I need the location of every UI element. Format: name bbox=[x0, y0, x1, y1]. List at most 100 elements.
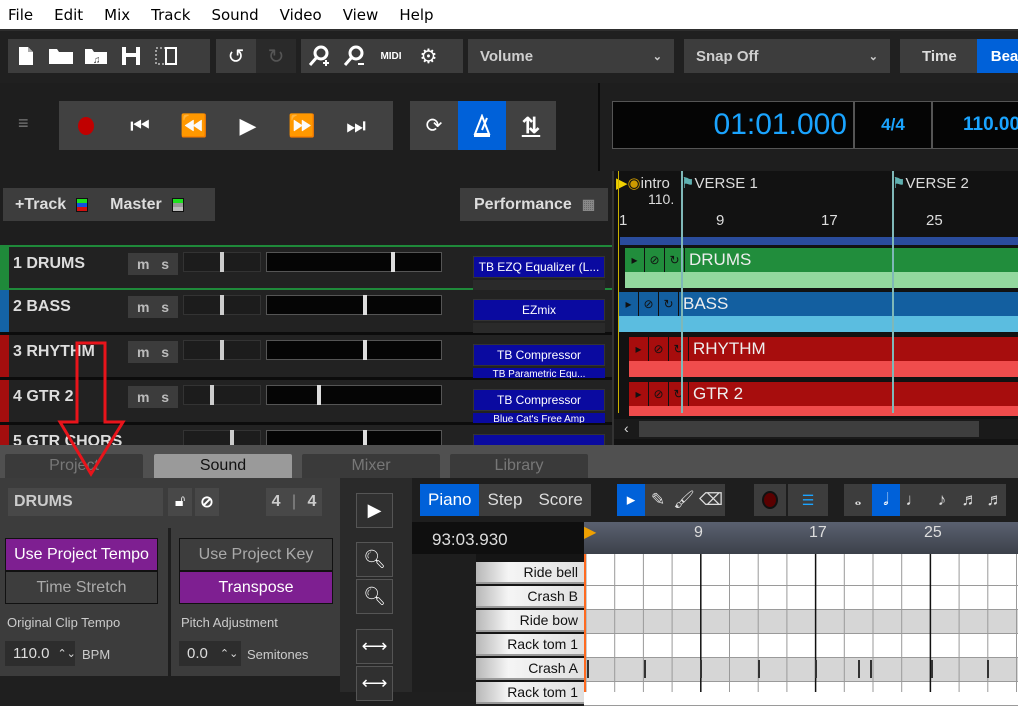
zoom-out-icon[interactable] bbox=[336, 39, 371, 73]
midi-icon[interactable]: MIDI bbox=[371, 39, 411, 73]
menu-sound[interactable]: Sound bbox=[211, 6, 258, 24]
marker-verse-1[interactable]: ⚑VERSE 1 bbox=[681, 174, 758, 192]
time-signature-display[interactable]: 4/4 bbox=[854, 101, 932, 149]
spinner-arrows-icon[interactable]: ⌃⌄ bbox=[220, 647, 238, 660]
mute-clip-icon[interactable]: ⊘ bbox=[645, 248, 665, 272]
record-button[interactable] bbox=[59, 101, 113, 150]
play-clip-icon[interactable]: ▸ bbox=[625, 248, 645, 272]
pan-slider[interactable] bbox=[183, 340, 261, 360]
settings-icon[interactable]: ⚙ bbox=[411, 39, 446, 73]
tab-sound[interactable]: Sound bbox=[154, 454, 292, 478]
mute-clip-icon[interactable]: ⊘ bbox=[195, 488, 219, 516]
volume-dropdown[interactable]: Volume ⌄ bbox=[468, 39, 674, 73]
time-stretch-button[interactable]: Time Stretch bbox=[5, 571, 158, 604]
clip-name-field[interactable]: DRUMS bbox=[8, 488, 163, 516]
mute-button[interactable]: m bbox=[137, 389, 149, 405]
tab-mixer[interactable]: Mixer bbox=[302, 454, 440, 478]
thirty-second-note-icon[interactable]: ♬ bbox=[984, 484, 1006, 516]
scroll-thumb[interactable] bbox=[639, 421, 979, 437]
marker-intro[interactable]: ▶◉intro bbox=[616, 174, 670, 192]
play-button[interactable]: ▶ bbox=[221, 101, 275, 150]
fx-slot-2[interactable]: Blue Cat's Free Amp bbox=[473, 413, 605, 423]
playhead[interactable] bbox=[618, 171, 619, 413]
redo-icon[interactable]: ↻ bbox=[256, 39, 296, 73]
play-clip-icon[interactable]: ▸ bbox=[629, 337, 649, 361]
go-to-end-button[interactable]: ⏭ bbox=[329, 101, 383, 150]
sync-button[interactable]: ⇅ bbox=[506, 101, 556, 150]
loop-button[interactable]: ⟳ bbox=[410, 101, 458, 150]
loop-clip-icon[interactable]: ↻ bbox=[669, 382, 689, 406]
volume-handle[interactable] bbox=[363, 430, 367, 445]
undo-icon[interactable]: ↺ bbox=[216, 39, 256, 73]
scroll-left-icon[interactable]: ‹ bbox=[624, 420, 629, 436]
snap-dropdown[interactable]: Snap Off ⌄ bbox=[684, 39, 890, 73]
pan-handle[interactable] bbox=[210, 385, 214, 405]
open-music-folder-icon[interactable]: ♫ bbox=[78, 39, 113, 73]
spinner-arrows-icon[interactable]: ⌃⌄ bbox=[57, 647, 75, 660]
clip-time-signature[interactable]: 4 | 4 bbox=[266, 488, 322, 516]
menu-view[interactable]: View bbox=[343, 6, 379, 24]
master-button[interactable]: Master bbox=[110, 196, 162, 214]
mute-clip-icon[interactable]: ⊘ bbox=[649, 337, 669, 361]
fx-slot-2[interactable]: TB Parametric Equ... bbox=[473, 368, 605, 378]
menu-help[interactable]: Help bbox=[399, 6, 433, 24]
pitch-spinner[interactable]: 0.0 ⌃⌄ bbox=[179, 641, 241, 666]
volume-slider[interactable] bbox=[266, 252, 442, 272]
key-label[interactable]: Rack tom 1 bbox=[476, 682, 584, 704]
track-row[interactable]: 1 DRUMS ms TB EZQ Equalizer (L... bbox=[0, 245, 612, 290]
menu-mix[interactable]: Mix bbox=[104, 6, 130, 24]
play-clip-icon[interactable]: ▸ bbox=[629, 382, 649, 406]
clip-bass[interactable]: ▸ ⊘ ↻ BASS bbox=[618, 291, 1018, 333]
sixteenth-note-icon[interactable]: ♬ bbox=[956, 484, 984, 516]
rewind-button[interactable]: ⏪ bbox=[167, 101, 221, 150]
pan-handle[interactable] bbox=[220, 252, 224, 272]
fx-slot[interactable]: TB Compressor bbox=[473, 344, 605, 366]
volume-handle[interactable] bbox=[391, 252, 395, 272]
pan-handle[interactable] bbox=[220, 340, 224, 360]
fx-slot[interactable]: TB Compressor bbox=[473, 389, 605, 411]
track-name[interactable]: 1 DRUMS bbox=[13, 255, 85, 273]
zoom-in-button[interactable]: 🔍︎ bbox=[356, 542, 393, 577]
key-label[interactable]: Crash B bbox=[476, 586, 584, 608]
clip-gtr2[interactable]: ▸ ⊘ ↻ GTR 2 bbox=[628, 381, 1018, 417]
menu-video[interactable]: Video bbox=[280, 6, 322, 24]
mute-button[interactable]: m bbox=[137, 256, 149, 272]
solo-button[interactable]: s bbox=[161, 256, 169, 272]
step-mode-tab[interactable]: Step bbox=[479, 484, 530, 516]
half-note-icon[interactable]: 𝅗𝅥 bbox=[872, 484, 900, 516]
tempo-display[interactable]: 110.00 bbox=[932, 101, 1018, 149]
play-clip-icon[interactable]: ▸ bbox=[619, 292, 639, 316]
pan-slider[interactable] bbox=[183, 295, 261, 315]
track-colors-icon[interactable] bbox=[76, 197, 89, 212]
add-fx-slot[interactable] bbox=[473, 323, 605, 333]
midi-record-button[interactable] bbox=[754, 484, 786, 516]
time-display[interactable]: 01:01.000 bbox=[612, 101, 854, 149]
loop-clip-icon[interactable]: ↻ bbox=[659, 292, 679, 316]
menu-edit[interactable]: Edit bbox=[54, 6, 83, 24]
volume-handle[interactable] bbox=[317, 385, 321, 405]
master-meter-icon[interactable] bbox=[171, 197, 184, 212]
key-label[interactable]: Rack tom 1 bbox=[476, 634, 584, 656]
use-project-tempo-button[interactable]: Use Project Tempo bbox=[5, 538, 158, 571]
volume-handle[interactable] bbox=[363, 340, 367, 360]
fx-slot[interactable]: EZmix bbox=[473, 299, 605, 321]
eighth-note-icon[interactable]: ♪ bbox=[928, 484, 956, 516]
zoom-in-icon[interactable] bbox=[301, 39, 336, 73]
volume-slider[interactable] bbox=[266, 430, 442, 445]
track-row[interactable]: 2 BASS ms EZmix bbox=[0, 290, 612, 335]
loop-clip-icon[interactable]: ↻ bbox=[669, 337, 689, 361]
menu-file[interactable]: File bbox=[8, 6, 33, 24]
score-mode-tab[interactable]: Score bbox=[530, 484, 590, 516]
volume-slider[interactable] bbox=[266, 340, 442, 360]
volume-slider[interactable] bbox=[266, 385, 442, 405]
hamburger-menu-icon[interactable]: ≡ bbox=[18, 113, 29, 134]
clip-rhythm[interactable]: ▸ ⊘ ↻ RHYTHM bbox=[628, 336, 1018, 378]
go-to-start-button[interactable]: ⏮ bbox=[113, 101, 167, 150]
solo-button[interactable]: s bbox=[161, 344, 169, 360]
brush-tool-icon[interactable]: 🖌︎ bbox=[671, 484, 697, 516]
volume-slider[interactable] bbox=[266, 295, 442, 315]
crop-icon[interactable] bbox=[148, 39, 183, 73]
transpose-button[interactable]: Transpose bbox=[179, 571, 333, 604]
tab-library[interactable]: Library bbox=[450, 454, 588, 478]
pencil-tool-icon[interactable]: ✎ bbox=[645, 484, 671, 516]
